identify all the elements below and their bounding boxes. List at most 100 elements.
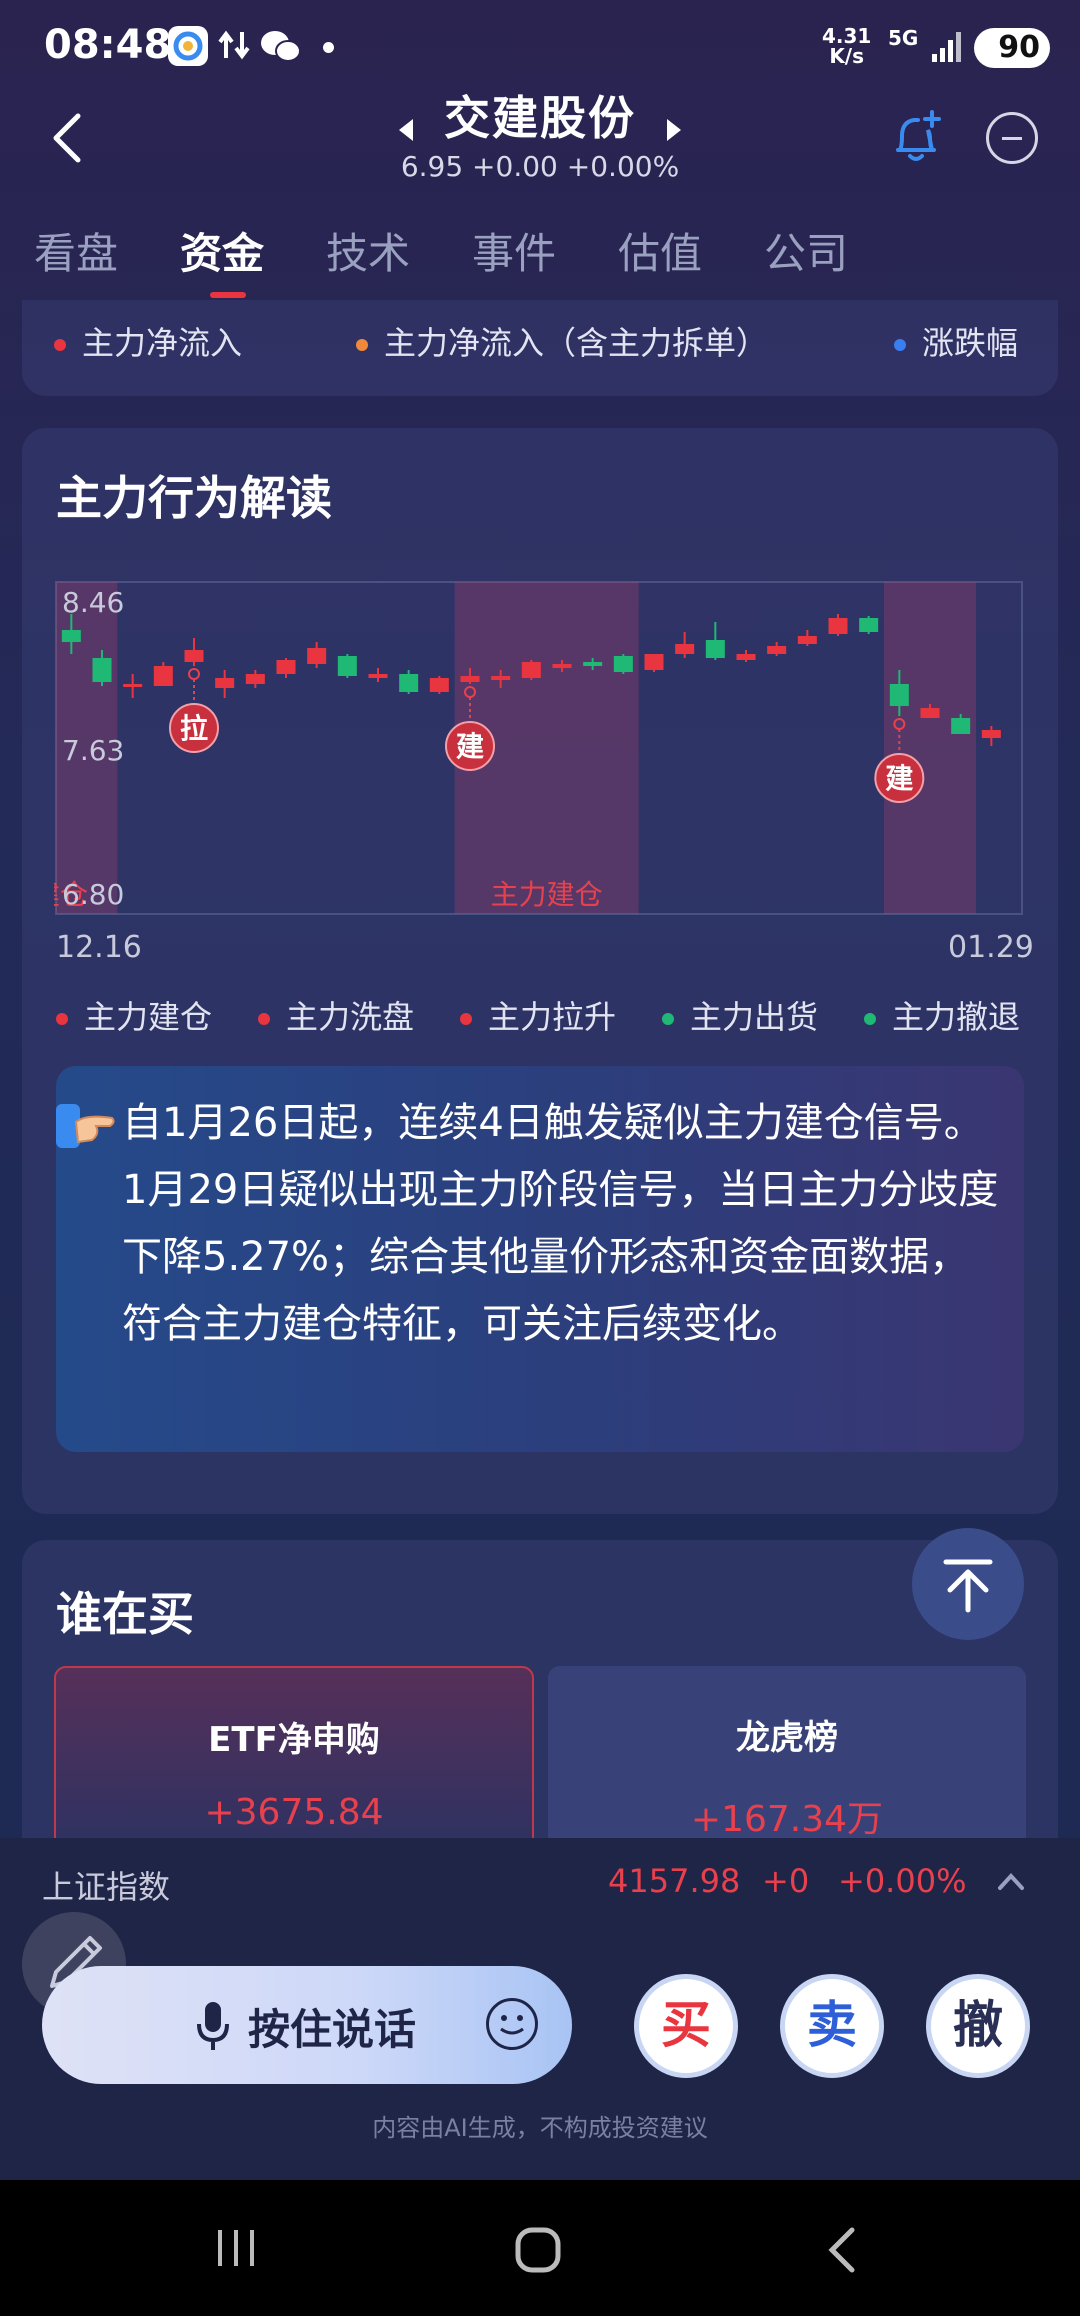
candle-body bbox=[859, 618, 879, 632]
candlestick-chart[interactable]: 主力建仓建仓8.467.636.80拉建建 bbox=[54, 578, 1024, 918]
legend-main-net-inflow[interactable]: 主力净流入 bbox=[54, 318, 242, 364]
legend-dot bbox=[54, 339, 66, 351]
net-speed-value: 4.31 bbox=[822, 24, 872, 48]
emoji-icon[interactable] bbox=[486, 1998, 538, 2050]
candle-body bbox=[951, 718, 971, 734]
legend-pull-up[interactable]: 主力拉升 bbox=[460, 992, 616, 1038]
system-nav-bar bbox=[0, 2180, 1080, 2316]
tab-zijin[interactable]: 资金 bbox=[180, 220, 264, 281]
candle-body bbox=[583, 662, 603, 666]
wechat-icon bbox=[260, 28, 302, 68]
tab-jishu[interactable]: 技术 bbox=[326, 220, 410, 281]
legend-label: 主力净流入（含主力拆单） bbox=[384, 324, 769, 362]
chart-zone bbox=[884, 582, 976, 914]
buy-button[interactable]: 买 bbox=[634, 1974, 738, 2078]
candle-body bbox=[399, 674, 419, 692]
pointing-hand-icon bbox=[56, 1100, 116, 1160]
battery-indicator: 90 bbox=[974, 28, 1050, 68]
legend-wash[interactable]: 主力洗盘 bbox=[258, 992, 414, 1038]
tab-shijian[interactable]: 事件 bbox=[472, 220, 556, 281]
prev-stock-icon[interactable] bbox=[398, 118, 413, 141]
candle-body bbox=[828, 618, 848, 634]
legend-label: 主力净流入 bbox=[82, 324, 243, 362]
legend-retreat[interactable]: 主力撤退 bbox=[864, 992, 1020, 1038]
legend-label: 主力洗盘 bbox=[286, 998, 415, 1036]
status-time: 08:48 bbox=[44, 22, 172, 68]
signal-marker-label: 建 bbox=[456, 730, 484, 763]
legend-dot bbox=[662, 1013, 674, 1025]
net-speed-unit: K/s bbox=[829, 44, 865, 68]
candle-body bbox=[123, 684, 143, 687]
minus-circle-icon[interactable] bbox=[986, 112, 1038, 164]
legend-label: 主力出货 bbox=[690, 998, 819, 1036]
cancel-order-button[interactable]: 撤 bbox=[926, 1974, 1030, 2078]
candle-body bbox=[276, 660, 296, 674]
back-nav-icon[interactable] bbox=[822, 2226, 862, 2278]
candle-body bbox=[521, 662, 541, 678]
legend-dot bbox=[864, 1013, 876, 1025]
candle-body bbox=[767, 646, 787, 654]
candle-body bbox=[153, 666, 173, 686]
candle-body bbox=[460, 676, 480, 682]
signal-marker-dot bbox=[188, 668, 200, 680]
fund-flow-legend-card: 主力净流入 主力净流入（含主力拆单） 涨跌幅 bbox=[22, 300, 1058, 396]
candle-body bbox=[552, 664, 572, 668]
candle-body bbox=[920, 708, 940, 718]
legend-price-change[interactable]: 涨跌幅 bbox=[894, 318, 1018, 364]
tab-guzhi[interactable]: 估值 bbox=[618, 220, 702, 281]
recent-apps-icon[interactable] bbox=[214, 2226, 260, 2274]
legend-distribution[interactable]: 主力出货 bbox=[662, 992, 818, 1038]
more-notifications-icon bbox=[323, 42, 334, 53]
sell-button[interactable]: 卖 bbox=[780, 1974, 884, 2078]
scroll-to-top-button[interactable] bbox=[912, 1528, 1024, 1640]
legend-dot bbox=[258, 1013, 270, 1025]
signal-5g-label: 5G bbox=[888, 26, 919, 50]
battery-level: 90 bbox=[998, 30, 1040, 65]
tile-value: +3675.84 bbox=[204, 1792, 384, 1833]
candle-body bbox=[889, 684, 909, 706]
chart-zone-label: 主力建仓 bbox=[491, 878, 603, 911]
price-alert-button[interactable] bbox=[888, 108, 944, 164]
index-value: 4157.98 bbox=[608, 1862, 741, 1900]
index-change-pct: +0.00% bbox=[838, 1862, 967, 1900]
chevron-up-icon[interactable] bbox=[996, 1866, 1026, 1896]
signal-marker-label: 拉 bbox=[180, 712, 208, 745]
tile-label: 龙虎榜 bbox=[736, 1718, 838, 1758]
legend-label: 主力撤退 bbox=[892, 998, 1021, 1036]
legend-label: 主力拉升 bbox=[488, 998, 617, 1036]
candle-body bbox=[245, 674, 265, 684]
legend-dot bbox=[460, 1013, 472, 1025]
chart-y-tick-label: 7.63 bbox=[62, 734, 124, 767]
tab-kanpan[interactable]: 看盘 bbox=[34, 220, 118, 281]
active-tab-indicator bbox=[210, 292, 246, 298]
candle-body bbox=[184, 650, 204, 662]
tile-label: ETF净申购 bbox=[208, 1720, 380, 1760]
candle-body bbox=[644, 654, 664, 670]
candle-body bbox=[215, 678, 235, 688]
hold-to-talk-label: 按住说话 bbox=[248, 2005, 417, 2054]
candle-body bbox=[613, 656, 633, 672]
next-stock-icon[interactable] bbox=[667, 118, 682, 141]
signal-marker-label: 建 bbox=[885, 762, 913, 795]
candle-body bbox=[736, 654, 756, 660]
legend-main-net-inflow-split[interactable]: 主力净流入（含主力拆单） bbox=[356, 318, 768, 364]
tab-gongsi[interactable]: 公司 bbox=[764, 220, 848, 281]
candle-body bbox=[92, 658, 112, 682]
legend-dot bbox=[894, 339, 906, 351]
candle-body bbox=[61, 630, 81, 642]
data-transfer-icon bbox=[218, 28, 252, 66]
etf-net-subscription-tile[interactable]: ETF净申购 +3675.84 bbox=[54, 1666, 534, 1846]
legend-label: 主力建仓 bbox=[84, 998, 213, 1036]
candle-body bbox=[675, 644, 695, 654]
app-notification-icon bbox=[168, 26, 208, 66]
candle-body bbox=[797, 636, 817, 644]
home-icon[interactable] bbox=[514, 2226, 562, 2278]
legend-build-position[interactable]: 主力建仓 bbox=[56, 992, 212, 1038]
chart-x-end-label: 01.29 bbox=[948, 930, 1034, 965]
arrow-up-to-top-icon bbox=[943, 1559, 993, 1613]
dragon-tiger-list-tile[interactable]: 龙虎榜 +167.34万 bbox=[548, 1666, 1026, 1846]
candle-body bbox=[981, 730, 1001, 738]
index-change: +0 bbox=[762, 1862, 810, 1900]
candle-body bbox=[429, 678, 449, 692]
index-name: 上证指数 bbox=[42, 1868, 171, 1906]
